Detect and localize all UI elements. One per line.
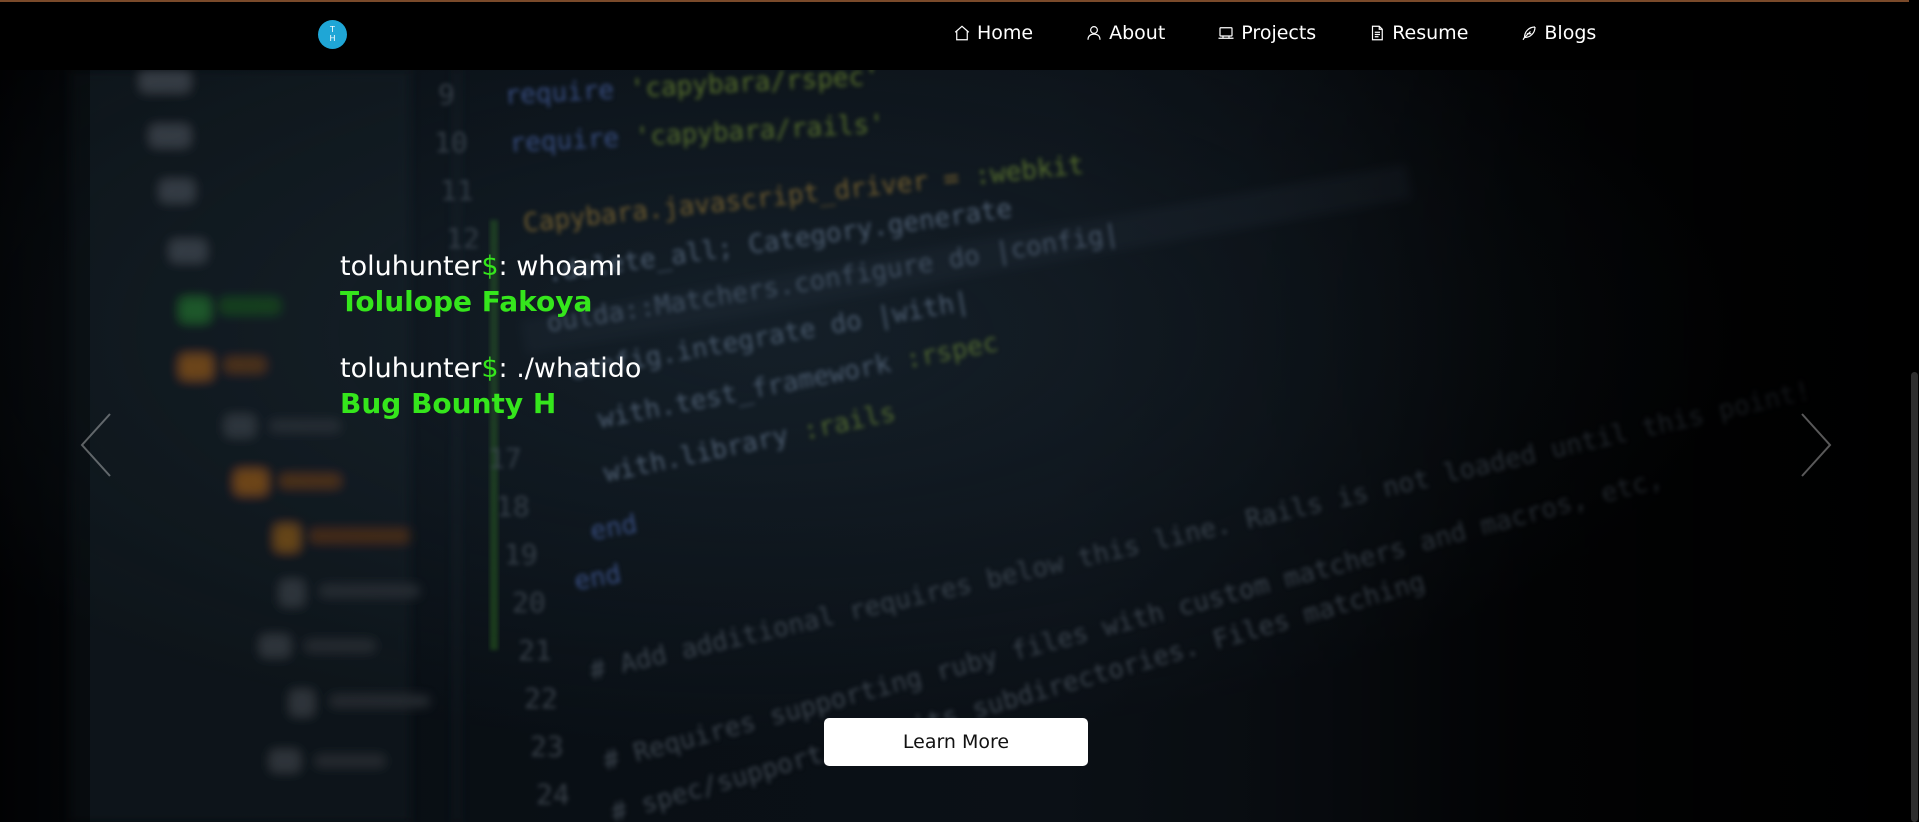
home-icon: [954, 25, 970, 41]
feather-icon: [1522, 26, 1536, 41]
user-icon: [1087, 26, 1101, 40]
terminal-dollar: $: [481, 353, 499, 384]
logo[interactable]: T H: [318, 20, 347, 49]
navbar: T H Home About Projects Resume Blogs: [0, 2, 1919, 70]
chevron-right-icon: [1801, 413, 1832, 477]
laptop-icon: [1218, 27, 1234, 39]
logo-letter-top: T: [330, 25, 335, 34]
terminal-output-name: Tolulope Fakoya: [340, 285, 593, 318]
top-accent-line: [0, 0, 1919, 2]
nav-item-home[interactable]: Home: [953, 22, 1033, 44]
terminal-intro: toluhunter$: whoami Tolulope Fakoya tolu…: [340, 250, 641, 422]
hero-shade: [0, 70, 1919, 822]
nav-item-label: Resume: [1392, 22, 1469, 44]
nav-item-about[interactable]: About: [1085, 22, 1165, 44]
terminal-dollar: $: [481, 251, 499, 282]
carousel-prev-button[interactable]: [76, 410, 116, 480]
document-icon: [1372, 25, 1384, 41]
hero-section: 9 10 11 12 17 18 19 20 21 22 23 24 requi…: [0, 70, 1919, 822]
nav-item-label: Blogs: [1544, 22, 1597, 44]
terminal-command: : ./whatido: [498, 353, 642, 384]
logo-letter-bottom: H: [329, 34, 336, 43]
scrollbar-thumb[interactable]: [1911, 372, 1918, 822]
nav-item-blogs[interactable]: Blogs: [1520, 22, 1596, 44]
terminal-command: : whoami: [498, 251, 623, 282]
terminal-output-role: Bug Bounty H: [340, 387, 557, 420]
main-nav: Home About Projects Resume Blogs: [953, 22, 1596, 44]
terminal-prompt-whoami: toluhunter$: whoami: [340, 250, 641, 284]
terminal-prompt-whatido: toluhunter$: ./whatido: [340, 352, 641, 386]
learn-more-button[interactable]: Learn More: [824, 718, 1088, 766]
nav-item-label: Home: [977, 22, 1034, 44]
terminal-user: toluhunter: [340, 353, 482, 384]
nav-item-label: About: [1109, 22, 1166, 44]
nav-item-projects[interactable]: Projects: [1217, 22, 1316, 44]
terminal-gap: [340, 320, 641, 352]
nav-item-label: Projects: [1241, 22, 1317, 44]
terminal-user: toluhunter: [340, 251, 482, 282]
nav-item-resume[interactable]: Resume: [1368, 22, 1468, 44]
chevron-left-icon: [80, 413, 111, 477]
carousel-next-button[interactable]: [1796, 410, 1836, 480]
